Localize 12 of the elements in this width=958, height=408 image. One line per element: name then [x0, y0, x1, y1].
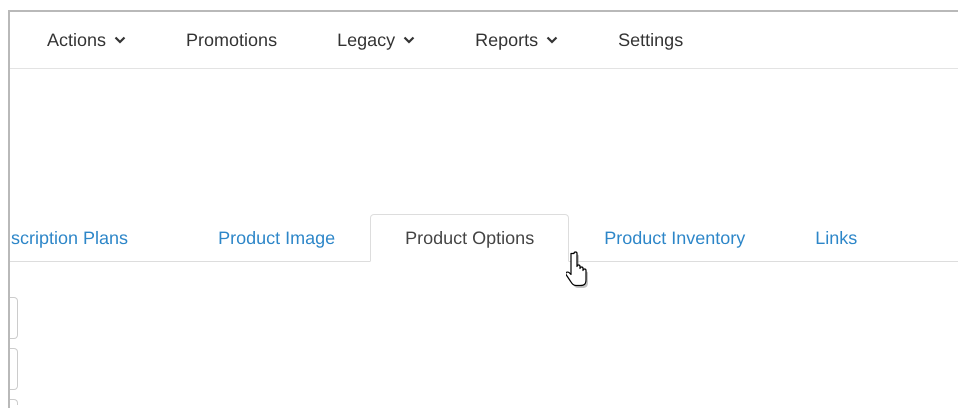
chevron-down-icon	[546, 36, 558, 44]
nav-menu-item[interactable]: Reports	[475, 30, 558, 50]
chevron-down-icon	[403, 36, 416, 44]
nav-menu-item[interactable]: Legacy	[337, 30, 416, 50]
nav-menu-item[interactable]: Promotions	[186, 30, 278, 50]
input-field[interactable]	[10, 297, 18, 339]
chevron-down-icon	[114, 36, 126, 44]
input-field[interactable]	[10, 399, 18, 405]
nav-menu-item[interactable]: Actions	[47, 30, 126, 50]
tab[interactable]: Product Options	[370, 214, 570, 262]
nav-menu-item[interactable]: Settings	[618, 30, 684, 50]
input-field[interactable]	[10, 348, 18, 390]
